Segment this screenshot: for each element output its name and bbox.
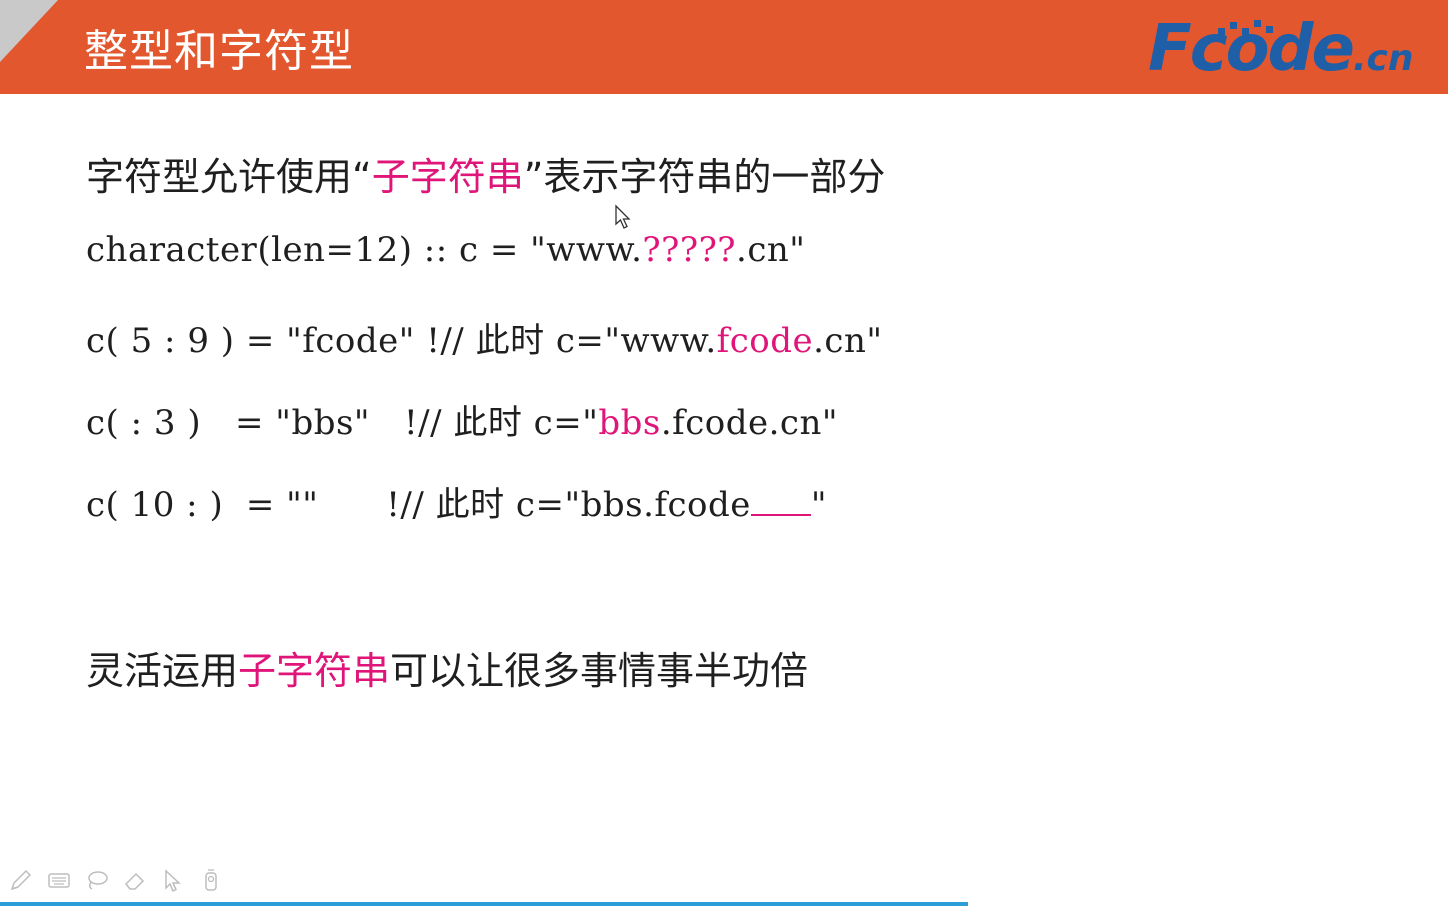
line2-after: .cn" — [736, 230, 806, 270]
fcode-logo: Fcode.cn — [1148, 12, 1438, 86]
laser-pointer-icon[interactable] — [198, 867, 224, 893]
line4-after: .fcode.cn" — [660, 403, 839, 443]
slideshow-toolbar — [8, 862, 224, 898]
blank-underline — [750, 486, 811, 516]
logo-main-text: Fcode — [1148, 12, 1355, 86]
logo-suffix-text: .cn — [1352, 38, 1414, 79]
line6-before: 灵活运用 — [86, 649, 239, 693]
line5-before: c( 10 : ) = "" !// 此时 c="bbs.fcode — [86, 485, 751, 525]
line6-after: 可以让很多事情事半功倍 — [390, 649, 809, 693]
line3-highlight: fcode — [716, 321, 814, 361]
content-line-1: 字符型允许使用“子字符串”表示字符串的一部分 — [86, 146, 885, 201]
content-line-summary: 灵活运用子字符串可以让很多事情事半功倍 — [86, 640, 808, 695]
line6-highlight: 子字符串 — [238, 649, 391, 693]
line1-before: 字符型允许使用“ — [86, 155, 372, 199]
line1-after: ”表示字符串的一部分 — [523, 155, 886, 199]
line5-after: " — [810, 485, 828, 525]
line3-before: c( 5 : 9 ) = "fcode" !// 此时 c="www. — [86, 321, 717, 361]
code-line-substring-from-10: c( 10 : ) = "" !// 此时 c="bbs.fcode " — [86, 477, 827, 526]
line2-before: character(len=12) :: c = "www. — [86, 230, 643, 270]
eraser-icon[interactable] — [122, 867, 148, 893]
video-progress-bar[interactable] — [0, 902, 968, 906]
slide: 整型和字符型 Fcode.cn 字符型允许使用“子字符串”表示字符串的一部分 c… — [0, 0, 1448, 906]
header-corner-decoration — [0, 0, 58, 62]
line3-after: .cn" — [813, 321, 883, 361]
slide-title: 整型和字符型 — [84, 26, 354, 77]
logo-text: Fcode.cn — [1148, 12, 1414, 86]
line2-highlight: ????? — [642, 230, 737, 270]
code-line-declaration: character(len=12) :: c = "www.?????.cn" — [86, 230, 805, 270]
pointer-icon[interactable] — [160, 867, 186, 893]
keyboard-icon[interactable] — [46, 867, 72, 893]
code-line-substring-5-9: c( 5 : 9 ) = "fcode" !// 此时 c="www.fcode… — [86, 313, 883, 362]
mouse-cursor-icon — [615, 204, 631, 229]
line1-highlight: 子字符串 — [371, 155, 524, 199]
line4-highlight: bbs — [598, 403, 661, 443]
line4-before: c( : 3 ) = "bbs" !// 此时 c=" — [86, 403, 599, 443]
slide-header: 整型和字符型 Fcode.cn — [0, 0, 1448, 94]
code-line-substring-to-3: c( : 3 ) = "bbs" !// 此时 c="bbs.fcode.cn" — [86, 395, 838, 444]
pen-icon[interactable] — [8, 867, 34, 893]
lasso-icon[interactable] — [84, 867, 110, 893]
